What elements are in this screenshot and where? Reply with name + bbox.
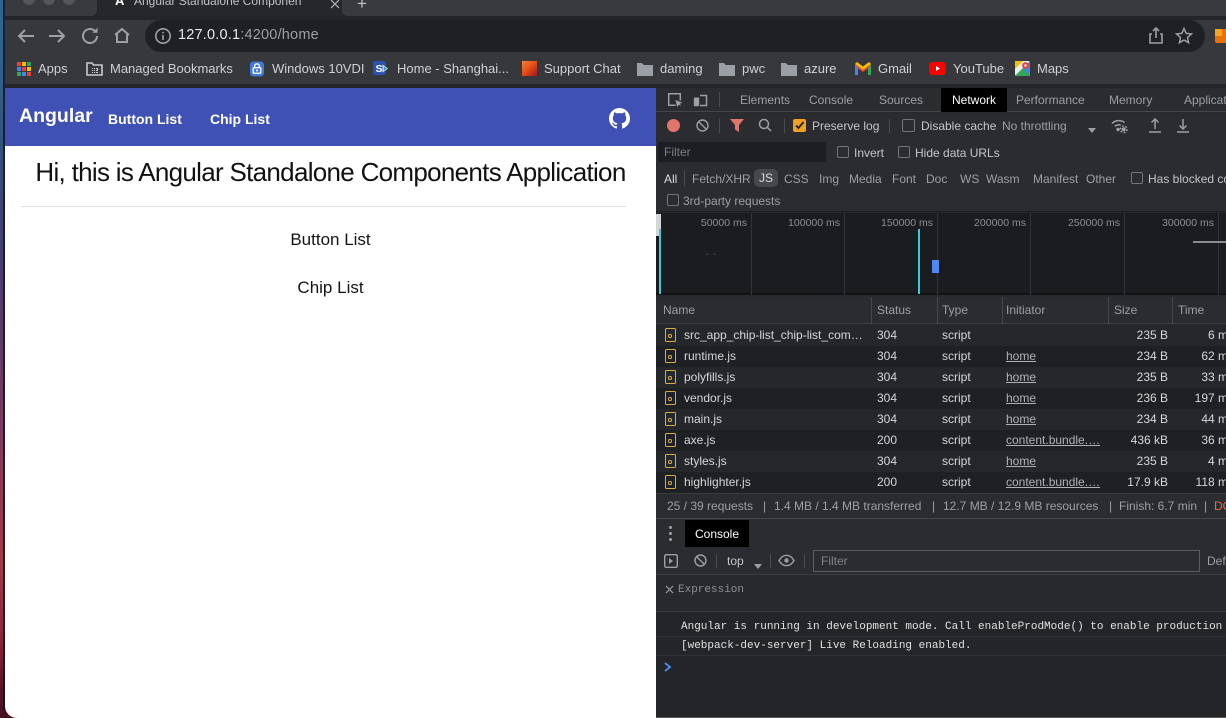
svg-text:S: S xyxy=(376,63,383,75)
